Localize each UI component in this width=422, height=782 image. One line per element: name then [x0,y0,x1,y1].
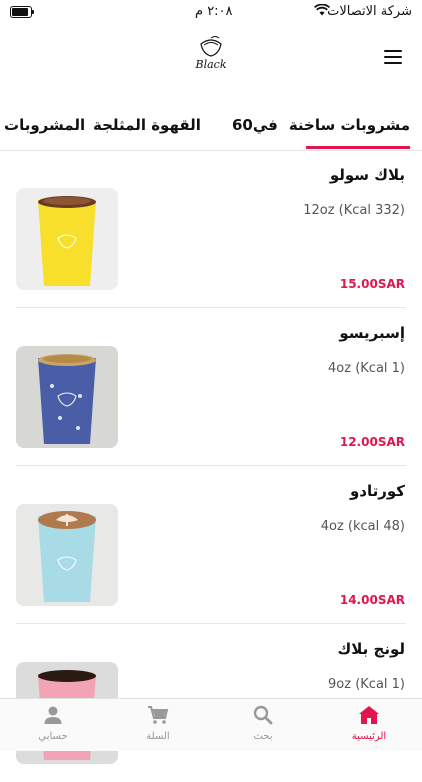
logo-text: Black [195,58,227,71]
active-tab-indicator [306,146,410,149]
list-item[interactable]: كورتادو 4oz (kcal 48) 14.00SAR [0,466,422,624]
product-price: 15.00SAR [339,277,405,291]
bottom-nav: الرئيسية بحث السلة حسابي [0,698,422,751]
list-item[interactable]: إسبريسو 4oz (Kcal 1) 12.00SAR [0,308,422,466]
product-price: 14.00SAR [339,593,405,607]
product-description: 4oz (kcal 48) [320,519,405,534]
account-icon [44,706,62,724]
product-name: بلاك سولو [329,166,405,184]
nav-account[interactable]: حسابي [18,705,88,742]
product-image[interactable] [16,188,118,290]
tab-in-60[interactable]: في60 [232,116,278,134]
product-description: 4oz (Kcal 1) [328,361,405,376]
tab-hot-drinks[interactable]: مشروبات ساخنة [289,116,410,134]
battery-icon [10,6,34,18]
hamburger-menu-icon[interactable] [384,50,402,64]
product-name: إسبريسو [339,324,405,342]
tab-drinks[interactable]: المشروبات [4,116,85,134]
brand-logo[interactable]: Black [180,34,242,78]
cart-icon [148,706,169,724]
wifi-icon [313,3,331,20]
product-image[interactable] [16,504,118,606]
nav-home[interactable]: الرئيسية [334,705,404,742]
app-header: Black [0,30,422,90]
nav-account-label: حسابي [38,731,68,742]
search-icon [253,705,273,725]
clock-time: ٢:٠٨ م [195,4,233,19]
nav-home-label: الرئيسية [351,731,387,742]
nav-search-label: بحث [253,731,273,742]
product-price: 12.00SAR [339,435,405,449]
tab-iced-coffee[interactable]: القهوة المثلجة [93,116,201,134]
carrier-label: شركة الاتصالات [327,4,412,19]
home-icon [359,706,379,724]
category-tabs: مشروبات ساخنة في60 القهوة المثلجة المشرو… [0,108,422,151]
list-item[interactable]: بلاك سولو 12oz (Kcal 332) 15.00SAR [0,150,422,308]
nav-search[interactable]: بحث [228,705,298,742]
product-name: لونج بلاك [337,640,405,658]
product-image[interactable] [16,346,118,448]
product-name: كورتادو [349,482,405,500]
nav-cart-label: السلة [146,731,170,742]
product-description: 12oz (Kcal 332) [303,203,405,218]
nav-cart[interactable]: السلة [123,705,193,742]
product-description: 9oz (Kcal 1) [328,677,405,692]
status-bar: شركة الاتصالات ٢:٠٨ م [0,0,422,24]
